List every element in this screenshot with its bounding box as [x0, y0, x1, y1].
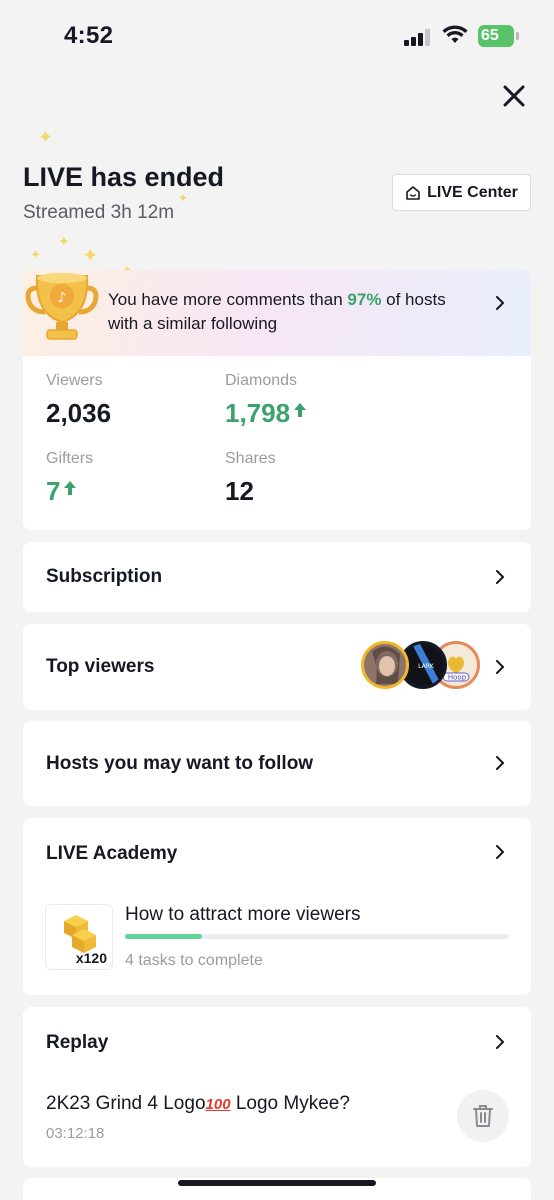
home-indicator	[178, 1180, 376, 1186]
stat-value-viewers: 2,036	[46, 398, 112, 428]
achievement-text: You have more comments than 97% of hosts…	[108, 288, 478, 336]
trash-icon	[473, 1105, 493, 1127]
stream-duration: Streamed 3h 12m	[23, 202, 175, 223]
hosts-follow-label: Hosts you may want to follow	[46, 753, 314, 774]
sparkle-icon: ✦	[58, 233, 70, 249]
signal-icon	[404, 28, 432, 46]
hosts-follow-row[interactable]: Hosts you may want to follow	[23, 721, 531, 806]
live-academy-label[interactable]: LIVE Academy	[46, 843, 177, 865]
subscription-row[interactable]: Subscription	[23, 542, 531, 612]
replay-title-start: 2K23 Grind 4 Logo	[46, 1093, 206, 1114]
status-time: 4:52	[64, 22, 114, 49]
live-center-label: LIVE Center	[427, 183, 518, 201]
top-viewers-row[interactable]: Top viewers Hoop LARK	[23, 624, 531, 710]
replay-title[interactable]: 2K23 Grind 4 Logo100 Logo Mykee?	[46, 1093, 350, 1115]
sparkle-icon: ✦	[82, 245, 99, 267]
chevron-right-icon[interactable]	[493, 845, 507, 859]
subscription-label: Subscription	[46, 566, 163, 587]
replay-card: Replay 2K23 Grind 4 Logo100 Logo Mykee? …	[23, 1007, 531, 1167]
replay-duration: 03:12:18	[46, 1125, 105, 1142]
trophy-icon: ♪	[25, 273, 99, 340]
wifi-icon	[442, 25, 468, 43]
page-title: LIVE has ended	[23, 162, 225, 192]
arrow-up-icon	[294, 403, 307, 417]
replay-label[interactable]: Replay	[46, 1032, 108, 1054]
stat-label-diamonds: Diamonds	[225, 372, 298, 389]
stat-label-shares: Shares	[225, 450, 276, 467]
banner-text-before: You have more comments than	[108, 290, 348, 309]
banner-percent: 97%	[347, 290, 382, 309]
battery-level: 65	[481, 27, 499, 44]
chevron-right-icon[interactable]	[493, 1035, 507, 1049]
stats-card: You have more comments than 97% of hosts…	[23, 270, 531, 530]
status-bar: 4:52 65	[0, 0, 554, 70]
avatar-text: LARK	[418, 663, 435, 670]
live-center-button[interactable]: LIVE Center	[392, 174, 531, 211]
chevron-right-icon	[496, 660, 504, 674]
course-progress-bar	[125, 934, 509, 939]
diamonds-number: 1,798	[225, 398, 291, 428]
gifters-number: 7	[46, 476, 61, 506]
stat-label-viewers: Viewers	[46, 372, 103, 389]
course-reward-icon[interactable]: x120	[45, 904, 113, 970]
hundred-points-icon: 100	[205, 1096, 231, 1113]
course-subtitle: 4 tasks to complete	[125, 952, 263, 969]
battery-tip	[516, 32, 519, 40]
stat-value-gifters: 7	[46, 476, 77, 507]
arrow-up-icon	[64, 481, 77, 495]
course-title[interactable]: How to attract more viewers	[125, 904, 360, 926]
avatar-text: Hoop	[448, 674, 467, 682]
sparkle-icon: ✦	[38, 127, 54, 147]
close-icon[interactable]	[498, 80, 530, 112]
delete-replay-button[interactable]	[457, 1090, 509, 1142]
chevron-right-icon	[496, 296, 504, 310]
replay-title-end: Logo Mykee?	[230, 1093, 350, 1114]
stat-value-shares: 12	[225, 476, 254, 506]
live-academy-card: LIVE Academy x120 How to attract more vi…	[23, 818, 531, 995]
stat-value-diamonds: 1,798	[225, 398, 307, 429]
battery-icon: 65	[478, 25, 514, 47]
sparkle-icon: ✦	[30, 247, 41, 262]
chevron-right-icon	[496, 570, 504, 584]
sparkle-icon: ✦	[178, 191, 189, 205]
home-icon	[406, 185, 420, 200]
course-progress-fill	[125, 934, 202, 939]
reward-count: x120	[75, 950, 107, 966]
svg-text:♪: ♪	[58, 290, 67, 306]
chevron-right-icon	[496, 756, 504, 770]
avatar-image	[364, 644, 406, 686]
avatar	[361, 641, 409, 689]
top-viewers-label: Top viewers	[46, 656, 155, 677]
stat-label-gifters: Gifters	[46, 450, 94, 467]
